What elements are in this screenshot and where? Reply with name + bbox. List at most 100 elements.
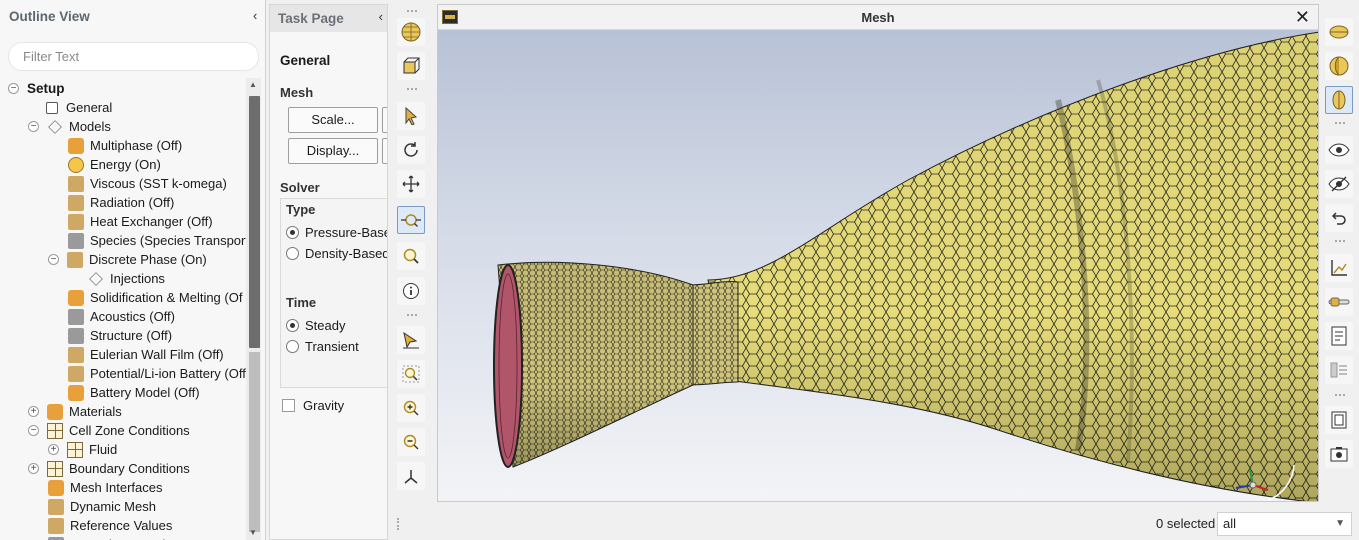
steady-radio[interactable]: Steady	[286, 318, 345, 333]
density-based-radio[interactable]: Density-Based	[286, 246, 388, 261]
tree-item-radiation-off[interactable]: Radiation (Off)	[68, 193, 174, 212]
tree-item-boundary-conditions[interactable]: + Boundary Conditions	[28, 459, 190, 478]
tree-item-heat-exchanger-off[interactable]: Heat Exchanger (Off)	[68, 212, 213, 231]
selection-filter-dropdown[interactable]: all ▼	[1217, 512, 1352, 536]
status-bar: 0 selected all ▼	[397, 508, 1359, 540]
transient-radio[interactable]: Transient	[286, 339, 359, 354]
outline-scroll-track[interactable]	[249, 352, 260, 532]
slider-icon[interactable]	[1325, 288, 1353, 316]
density-based-label: Density-Based	[305, 246, 388, 261]
tree-item-mesh-interfaces[interactable]: Mesh Interfaces	[48, 478, 163, 497]
scroll-up-arrow-icon[interactable]: ▲	[249, 80, 257, 89]
expand-icon[interactable]: +	[28, 406, 39, 417]
collapse-icon[interactable]: −	[48, 254, 59, 265]
camera-icon[interactable]	[1325, 440, 1353, 468]
collapse-icon[interactable]: −	[28, 121, 39, 132]
tree-item-eulerian-wall-film-off[interactable]: Eulerian Wall Film (Off)	[68, 345, 224, 364]
sphere-icon[interactable]	[397, 18, 425, 46]
tree-item-general[interactable]: General	[46, 98, 112, 117]
view-front-icon[interactable]	[1325, 86, 1353, 114]
check-button-partial[interactable]	[382, 107, 387, 133]
tree-item-fluid[interactable]: + Fluid	[48, 440, 117, 459]
toolbar-grip[interactable]	[1335, 394, 1345, 397]
tree-item-solidification-melting-of[interactable]: Solidification & Melting (Of	[68, 288, 242, 307]
inlet-face	[493, 264, 523, 468]
info-icon[interactable]	[397, 277, 425, 305]
display-button[interactable]: Display...	[288, 138, 378, 164]
zoom-box-icon[interactable]	[397, 206, 425, 234]
eulerian-wall-film-icon	[68, 346, 84, 363]
tree-item-discrete-phase-on[interactable]: − Discrete Phase (On)	[48, 250, 207, 269]
tree-item-injections[interactable]: Injections	[88, 269, 165, 288]
tree-item-label: Fluid	[89, 442, 118, 457]
tree-item-acoustics-off[interactable]: Acoustics (Off)	[68, 307, 175, 326]
tree-item-materials[interactable]: + Materials	[28, 402, 122, 421]
rotate-icon[interactable]	[397, 136, 425, 164]
expand-icon[interactable]: +	[28, 463, 39, 474]
nozzle-throat-surface	[687, 281, 739, 386]
zoom-fit-icon[interactable]	[397, 360, 425, 388]
pan-icon[interactable]	[397, 170, 425, 198]
layers-icon[interactable]	[1325, 356, 1353, 384]
undo-view-icon[interactable]	[1325, 204, 1353, 232]
window-icon[interactable]	[1325, 406, 1353, 434]
filter-text-input[interactable]	[8, 42, 259, 71]
report-icon[interactable]	[1325, 322, 1353, 350]
expand-icon[interactable]: +	[48, 444, 59, 455]
axes-icon[interactable]	[397, 462, 425, 490]
task-collapse-icon[interactable]: ‹	[379, 9, 383, 24]
hide-icon[interactable]	[1325, 170, 1353, 198]
status-grip[interactable]	[397, 518, 400, 530]
zoom-out-icon[interactable]	[397, 428, 425, 456]
tree-item-species-species-transport[interactable]: Species (Species Transport	[68, 231, 246, 250]
toolbar-grip[interactable]	[1335, 122, 1345, 125]
tree-item-battery-model-off[interactable]: Battery Model (Off)	[68, 383, 200, 402]
species-icon	[68, 232, 84, 249]
close-icon[interactable]: ✕	[1295, 7, 1310, 28]
acoustics-icon	[68, 308, 84, 325]
tree-item-energy-on[interactable]: Energy (On)	[68, 155, 161, 174]
zoom-icon[interactable]	[397, 242, 425, 270]
toolbar-grip[interactable]	[407, 88, 417, 91]
tree-item-cell-zone-conditions[interactable]: − Cell Zone Conditions	[28, 421, 190, 440]
tree-item-reference-values[interactable]: Reference Values	[48, 516, 172, 535]
report-quality-button-partial[interactable]	[382, 138, 387, 164]
tree-item-named-expressions[interactable]: Named Expressions	[48, 535, 186, 540]
pointer-icon[interactable]	[397, 102, 425, 130]
box-icon[interactable]	[397, 52, 425, 80]
tree-item-structure-off[interactable]: Structure (Off)	[68, 326, 172, 345]
tree-item-label: Reference Values	[70, 518, 173, 533]
tree-item-label: Eulerian Wall Film (Off)	[90, 347, 224, 362]
tree-item-dynamic-mesh[interactable]: Dynamic Mesh	[48, 497, 156, 516]
tree-item-setup[interactable]: − Setup	[8, 79, 65, 98]
mesh-viewport[interactable]	[438, 30, 1318, 501]
tree-item-label: Species (Species Transport	[90, 233, 246, 248]
chevron-down-icon: ▼	[1335, 518, 1345, 529]
collapse-icon[interactable]: −	[8, 83, 19, 94]
tree-item-label: Materials	[69, 404, 122, 419]
battery-potential-icon	[68, 365, 84, 382]
outline-collapse-icon[interactable]: ‹	[253, 8, 257, 23]
collapse-icon[interactable]: −	[28, 425, 39, 436]
tree-item-viscous-sst-k-omega[interactable]: Viscous (SST k-omega)	[68, 174, 227, 193]
zoom-in-icon[interactable]	[397, 394, 425, 422]
show-icon[interactable]	[1325, 136, 1353, 164]
outline-scroll-thumb[interactable]	[249, 96, 260, 348]
toolbar-grip[interactable]	[407, 10, 417, 13]
scroll-down-arrow-icon[interactable]: ▼	[249, 528, 257, 537]
pressure-based-radio[interactable]: Pressure-Based	[286, 225, 387, 240]
axes-plot-icon[interactable]	[1325, 254, 1353, 282]
tree-item-potential-li-ion-battery-off[interactable]: Potential/Li-ion Battery (Off	[68, 364, 246, 383]
probe-icon[interactable]	[397, 326, 425, 354]
tree-item-label: Heat Exchanger (Off)	[90, 214, 213, 229]
steady-label: Steady	[305, 318, 346, 333]
view-side-icon[interactable]	[1325, 52, 1353, 80]
tree-item-models[interactable]: − Models	[28, 117, 111, 136]
models-icon	[48, 119, 62, 134]
scale-button[interactable]: Scale...	[288, 107, 378, 133]
view-top-icon[interactable]	[1325, 18, 1353, 46]
toolbar-grip[interactable]	[1335, 240, 1345, 243]
toolbar-grip[interactable]	[407, 314, 417, 317]
gravity-checkbox[interactable]: Gravity	[282, 398, 344, 413]
tree-item-multiphase-off[interactable]: Multiphase (Off)	[68, 136, 182, 155]
